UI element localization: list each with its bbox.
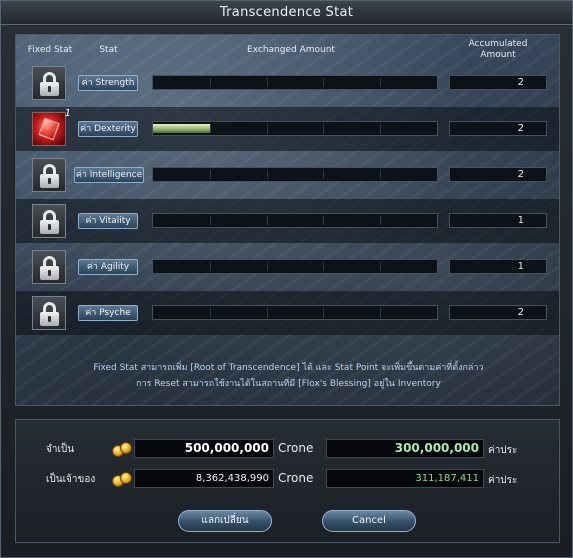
stat-button-intelligence[interactable]: ค่า Intelligence bbox=[74, 167, 144, 183]
header-accumulated-line2: Amount bbox=[480, 50, 516, 60]
lock-icon[interactable] bbox=[32, 204, 66, 238]
info-line-1: Fixed Stat สามารถเพิ่ม [Root of Transcen… bbox=[93, 363, 484, 373]
accumulated-dexterity: 2 bbox=[449, 121, 547, 136]
header-stat: Stat bbox=[99, 45, 118, 55]
stat-row-dexterity: 1 ค่า Dexterity 2 bbox=[16, 107, 559, 151]
exchange-button[interactable]: แลกเปลี่ยน bbox=[178, 510, 272, 532]
header-exchanged-amount: Exchanged Amount bbox=[247, 45, 335, 55]
accumulated-psyche: 2 bbox=[449, 305, 547, 320]
lock-icon[interactable] bbox=[32, 296, 66, 330]
stat-row-psyche: ค่า Psyche 2 bbox=[16, 291, 559, 335]
stat-button-vitality[interactable]: ค่า Vitality bbox=[78, 213, 138, 229]
owned-crone-unit: Crone bbox=[278, 471, 314, 485]
header-fixed-stat: Fixed Stat bbox=[27, 45, 73, 55]
info-line-2: การ Reset สามารถใช้งานได้ในสถานที่มี [Fl… bbox=[136, 379, 441, 389]
accumulated-agility: 1 bbox=[449, 259, 547, 274]
accumulated-vitality: 1 bbox=[449, 213, 547, 228]
stat-row-intelligence: ค่า Intelligence 2 bbox=[16, 153, 559, 197]
coin-icon bbox=[112, 470, 134, 488]
exchange-bar-agility bbox=[152, 259, 438, 274]
exchange-bar-psyche bbox=[152, 305, 438, 320]
gem-count: 1 bbox=[64, 108, 71, 119]
owned-points-unit: ค่าประ bbox=[488, 475, 518, 486]
exchange-bar-strength bbox=[152, 75, 438, 90]
stat-row-strength: ค่า Strength 2 bbox=[16, 61, 559, 105]
stat-button-psyche[interactable]: ค่า Psyche bbox=[78, 305, 138, 321]
lock-icon[interactable] bbox=[32, 66, 66, 100]
owned-points: 311,187,411 bbox=[326, 469, 484, 488]
exchange-bar-intelligence bbox=[152, 167, 438, 182]
cancel-button[interactable]: Cancel bbox=[322, 510, 416, 532]
owned-crone: 8,362,438,990 bbox=[134, 469, 274, 488]
required-points-unit: ค่าประ bbox=[488, 445, 518, 456]
transcendence-stat-window: Transcendence Stat Fixed Stat Stat Excha… bbox=[0, 0, 573, 558]
accumulated-intelligence: 2 bbox=[449, 167, 547, 182]
stat-button-dexterity[interactable]: ค่า Dexterity bbox=[78, 121, 138, 137]
stat-row-agility: ค่า Agility 1 bbox=[16, 245, 559, 289]
required-crone: 500,000,000 bbox=[134, 439, 274, 458]
stat-button-agility[interactable]: ค่า Agility bbox=[78, 259, 138, 275]
accumulated-strength: 2 bbox=[449, 75, 547, 90]
header-accumulated-line1: Accumulated bbox=[468, 39, 528, 49]
stat-button-strength[interactable]: ค่า Strength bbox=[78, 75, 138, 91]
exchange-bar-vitality bbox=[152, 213, 438, 228]
lock-icon[interactable] bbox=[32, 250, 66, 284]
owned-label: เป็นเจ้าของ bbox=[46, 474, 96, 485]
cost-panel: จำเป็น 500,000,000 Crone 300,000,000 ค่า… bbox=[15, 419, 560, 543]
coin-icon bbox=[112, 440, 134, 458]
gem-icon[interactable]: 1 bbox=[32, 108, 71, 146]
lock-icon[interactable] bbox=[32, 158, 66, 192]
required-crone-unit: Crone bbox=[278, 441, 314, 455]
stat-row-vitality: ค่า Vitality 1 bbox=[16, 199, 559, 243]
required-points: 300,000,000 bbox=[326, 439, 484, 458]
required-label: จำเป็น bbox=[46, 444, 75, 455]
window-title[interactable]: Transcendence Stat bbox=[1, 1, 572, 25]
exchange-bar-dexterity bbox=[152, 121, 438, 136]
stat-panel: Fixed Stat Stat Exchanged Amount Accumul… bbox=[15, 34, 560, 406]
header-accumulated: Accumulated Amount bbox=[453, 39, 543, 61]
